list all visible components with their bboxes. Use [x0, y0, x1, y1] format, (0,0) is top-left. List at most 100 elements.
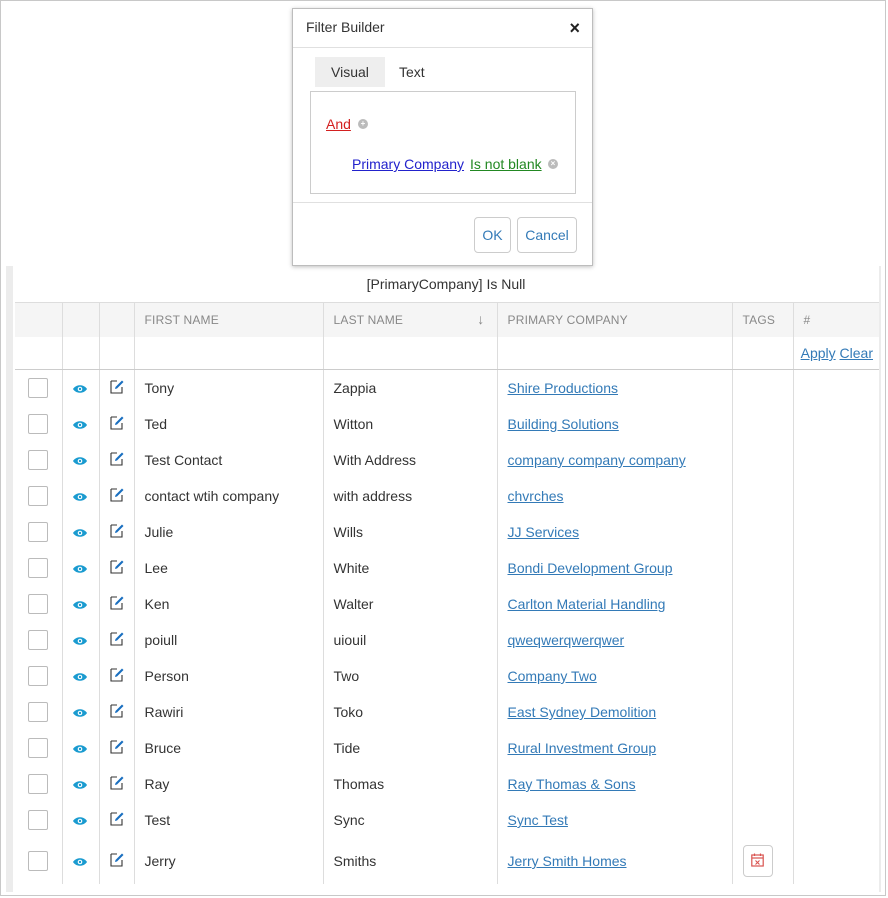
company-link[interactable]: JJ Services: [508, 524, 580, 540]
view-eye-icon[interactable]: [72, 417, 87, 433]
row-checkbox[interactable]: [28, 378, 48, 398]
view-eye-icon[interactable]: [72, 633, 87, 649]
row-checkbox[interactable]: [28, 630, 48, 650]
filter-cell[interactable]: [731, 337, 793, 370]
row-select-cell: [15, 586, 62, 622]
filter-cell[interactable]: [496, 337, 732, 370]
view-eye-icon[interactable]: [72, 854, 87, 870]
tags-cell: [731, 406, 793, 442]
header-last-name[interactable]: LAST NAME ↓: [322, 302, 497, 337]
edit-pencil-icon[interactable]: [109, 775, 124, 793]
row-checkbox[interactable]: [28, 414, 48, 434]
view-eye-icon[interactable]: [72, 525, 87, 541]
first-name-cell: poiull: [133, 622, 323, 658]
row-checkbox[interactable]: [28, 774, 48, 794]
edit-pencil-icon[interactable]: [109, 703, 124, 721]
first-name-cell: Jerry: [133, 838, 323, 884]
cancel-button[interactable]: Cancel: [517, 217, 577, 253]
edit-pencil-icon[interactable]: [109, 379, 124, 397]
edit-pencil-icon[interactable]: [109, 523, 124, 541]
ok-button[interactable]: OK: [474, 217, 511, 253]
add-condition-icon[interactable]: +: [358, 119, 368, 129]
table-row: Tony Zappia Shire Productions: [15, 369, 879, 406]
header-primary-company[interactable]: PRIMARY COMPANY: [496, 302, 732, 337]
clear-filter-link[interactable]: Clear: [840, 345, 873, 361]
view-eye-icon[interactable]: [72, 561, 87, 577]
company-link[interactable]: East Sydney Demolition: [508, 704, 657, 720]
row-checkbox[interactable]: [28, 558, 48, 578]
company-link[interactable]: Jerry Smith Homes: [508, 853, 627, 869]
calendar-icon[interactable]: [742, 845, 773, 877]
tags-cell: [731, 838, 793, 884]
company-link[interactable]: Rural Investment Group: [508, 740, 657, 756]
company-link[interactable]: Bondi Development Group: [508, 560, 673, 576]
company-link[interactable]: Sync Test: [508, 812, 568, 828]
primary-company-cell: company company company: [496, 442, 732, 478]
view-eye-icon[interactable]: [72, 705, 87, 721]
edit-pencil-icon[interactable]: [109, 487, 124, 505]
row-checkbox[interactable]: [28, 851, 48, 871]
row-edit-cell: [98, 802, 134, 838]
last-name-cell: Smiths: [322, 838, 497, 884]
primary-company-cell: Jerry Smith Homes: [496, 838, 732, 884]
view-eye-icon[interactable]: [72, 453, 87, 469]
row-checkbox[interactable]: [28, 486, 48, 506]
row-view-cell: [61, 406, 99, 442]
row-checkbox[interactable]: [28, 450, 48, 470]
view-eye-icon[interactable]: [72, 489, 87, 505]
apply-filter-link[interactable]: Apply: [801, 345, 836, 361]
header-last-name-label: LAST NAME: [333, 313, 404, 327]
row-checkbox[interactable]: [28, 810, 48, 830]
view-eye-icon[interactable]: [72, 813, 87, 829]
condition-field-link[interactable]: Primary Company: [352, 156, 464, 172]
row-checkbox[interactable]: [28, 522, 48, 542]
hash-cell: [792, 406, 879, 442]
header-edit: [98, 302, 134, 337]
row-edit-cell: [98, 766, 134, 802]
edit-pencil-icon[interactable]: [109, 631, 124, 649]
view-eye-icon[interactable]: [72, 741, 87, 757]
view-eye-icon[interactable]: [72, 777, 87, 793]
company-link[interactable]: qweqwerqwerqwer: [508, 632, 625, 648]
header-first-name[interactable]: FIRST NAME: [133, 302, 323, 337]
company-link[interactable]: Company Two: [508, 668, 597, 684]
edit-pencil-icon[interactable]: [109, 559, 124, 577]
company-link[interactable]: company company company: [508, 452, 686, 468]
edit-pencil-icon[interactable]: [109, 667, 124, 685]
tags-cell: [731, 369, 793, 406]
row-checkbox[interactable]: [28, 594, 48, 614]
view-eye-icon[interactable]: [72, 381, 87, 397]
view-eye-icon[interactable]: [72, 597, 87, 613]
edit-pencil-icon[interactable]: [109, 811, 124, 829]
edit-pencil-icon[interactable]: [109, 852, 124, 870]
header-hash[interactable]: #: [792, 302, 879, 337]
company-link[interactable]: Shire Productions: [508, 380, 619, 396]
view-eye-icon[interactable]: [72, 669, 87, 685]
edit-pencil-icon[interactable]: [109, 415, 124, 433]
table-row: Person Two Company Two: [15, 658, 879, 694]
condition-operator-link[interactable]: Is not blank: [470, 156, 542, 172]
remove-condition-icon[interactable]: ×: [548, 159, 558, 169]
row-view-cell: [61, 514, 99, 550]
group-operator-link[interactable]: And: [326, 116, 351, 132]
hash-cell: [792, 622, 879, 658]
header-tags[interactable]: TAGS: [731, 302, 793, 337]
tab-visual[interactable]: Visual: [315, 57, 385, 87]
company-link[interactable]: Carlton Material Handling: [508, 596, 666, 612]
row-checkbox[interactable]: [28, 666, 48, 686]
tags-cell: [731, 550, 793, 586]
company-link[interactable]: Ray Thomas & Sons: [508, 776, 636, 792]
last-name-cell: uiouil: [322, 622, 497, 658]
edit-pencil-icon[interactable]: [109, 595, 124, 613]
tab-text[interactable]: Text: [383, 57, 441, 87]
company-link[interactable]: Building Solutions: [508, 416, 619, 432]
row-select-cell: [15, 730, 62, 766]
edit-pencil-icon[interactable]: [109, 451, 124, 469]
row-checkbox[interactable]: [28, 702, 48, 722]
row-checkbox[interactable]: [28, 738, 48, 758]
filter-cell[interactable]: [133, 337, 323, 370]
edit-pencil-icon[interactable]: [109, 739, 124, 757]
close-icon[interactable]: ×: [569, 18, 580, 39]
company-link[interactable]: chvrches: [508, 488, 564, 504]
filter-cell[interactable]: [322, 337, 497, 370]
